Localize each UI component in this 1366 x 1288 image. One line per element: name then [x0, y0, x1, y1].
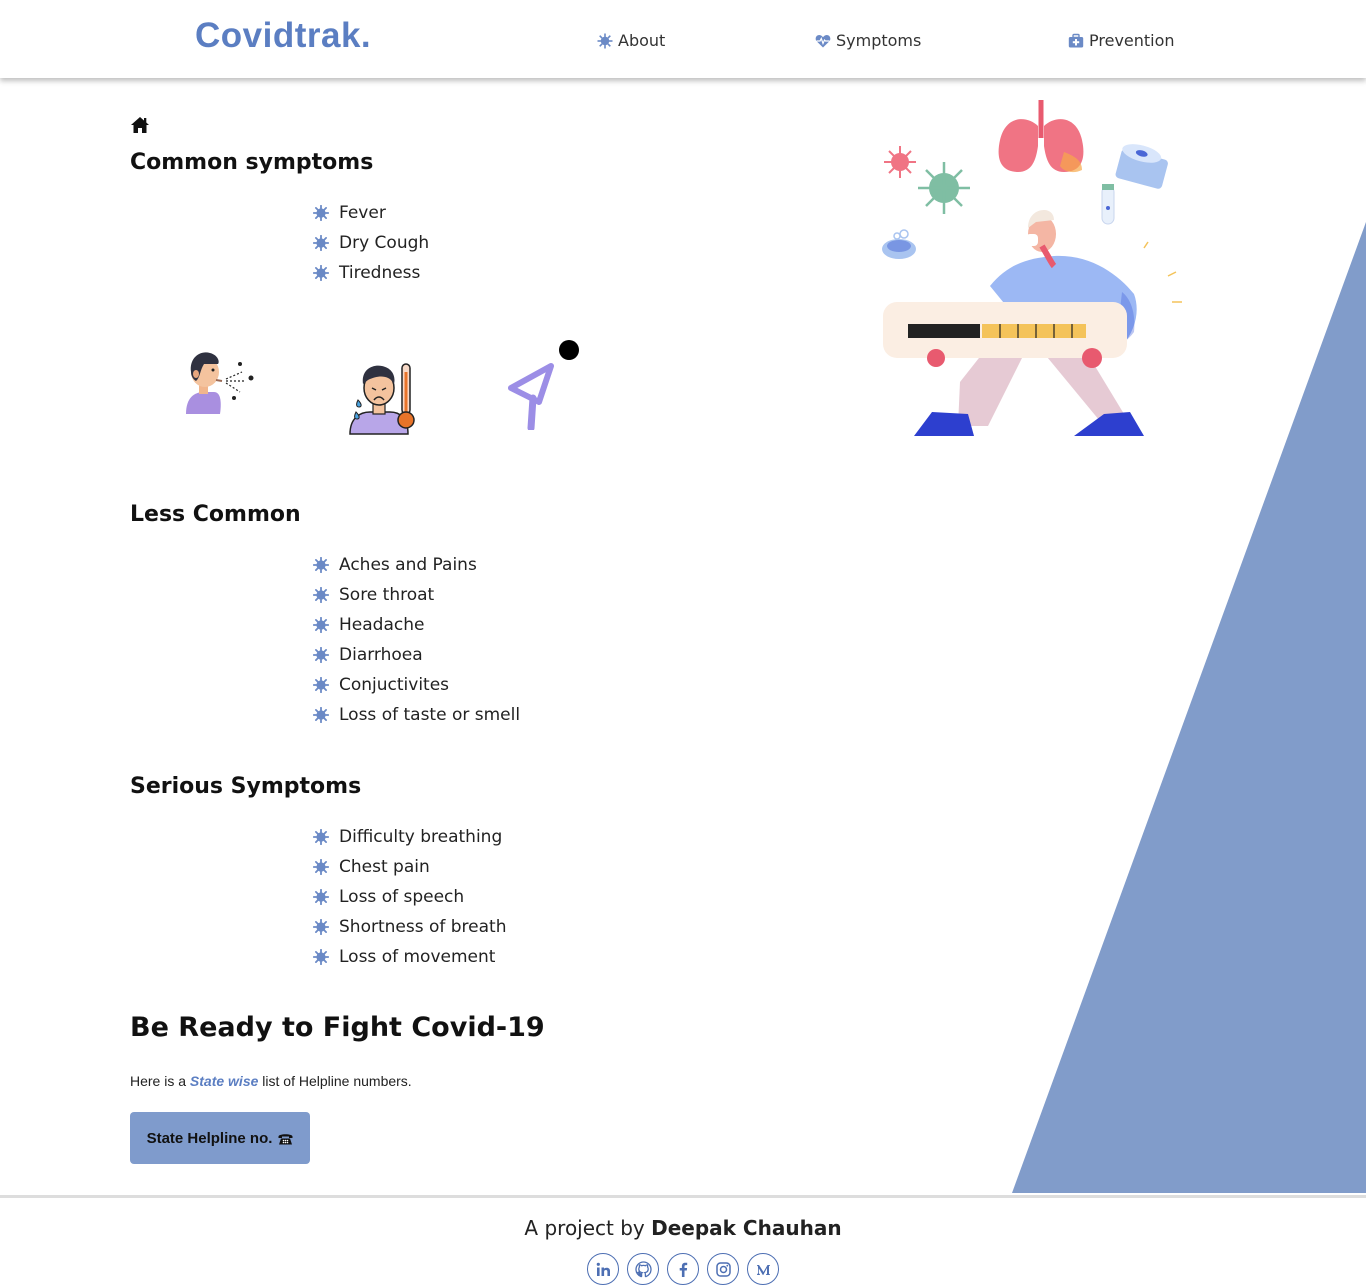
list-item: Conjuctivites — [313, 670, 520, 700]
navbar: Covidtrak. About Symptoms Prevention — [0, 0, 1366, 78]
tiredness-illustration — [508, 340, 579, 430]
state-helpline-button-label: State Helpline no. — [146, 1129, 273, 1147]
nav-item-label: Prevention — [1089, 31, 1175, 50]
list-item: Difficulty breathing — [313, 822, 507, 852]
virus-bullet-icon — [313, 889, 329, 905]
virus-bullet-icon — [313, 617, 329, 633]
state-wise-emphasis: State wise — [189, 1073, 259, 1089]
fever-illustration — [349, 363, 415, 435]
medkit-icon — [1068, 33, 1084, 47]
home-icon[interactable] — [130, 116, 150, 134]
helpline-description: Here is a State wise list of Helpline nu… — [130, 1073, 412, 1089]
list-item: Loss of movement — [313, 942, 507, 972]
list-item: Diarrhoea — [313, 640, 520, 670]
virus-bullet-icon — [313, 919, 329, 935]
linkedin-icon — [596, 1262, 610, 1276]
brand-logo[interactable]: Covidtrak. — [195, 16, 371, 56]
state-helpline-button[interactable]: State Helpline no. — [130, 1112, 310, 1164]
list-item: Fever — [313, 198, 429, 228]
instagram-icon — [715, 1261, 731, 1277]
section-title-less-common: Less Common — [130, 502, 301, 527]
symptom-list-common: Fever Dry Cough Tiredness — [313, 198, 429, 288]
nav-item-prevention[interactable]: Prevention — [1068, 31, 1175, 50]
virus-bullet-icon — [313, 265, 329, 281]
list-item: Loss of speech — [313, 882, 507, 912]
virus-bullet-icon — [313, 235, 329, 251]
github-icon — [634, 1260, 652, 1277]
list-item: Sore throat — [313, 580, 520, 610]
virus-bullet-icon — [313, 677, 329, 693]
nav-item-symptoms[interactable]: Symptoms — [815, 31, 921, 50]
linkedin-link[interactable] — [587, 1253, 619, 1285]
list-item: Loss of taste or smell — [313, 700, 520, 730]
nav-item-about[interactable]: About — [597, 31, 665, 50]
github-link[interactable] — [627, 1253, 659, 1285]
virus-bullet-icon — [313, 707, 329, 723]
virus-bullet-icon — [313, 949, 329, 965]
social-links — [587, 1253, 779, 1285]
medium-icon — [756, 1264, 770, 1275]
medium-link[interactable] — [747, 1253, 779, 1285]
virus-bullet-icon — [313, 647, 329, 663]
heartbeat-icon — [815, 34, 831, 47]
symptom-list-less-common: Aches and Pains Sore throat Headache Dia… — [313, 550, 520, 730]
list-item: Tiredness — [313, 258, 429, 288]
virus-icon — [597, 33, 613, 48]
symptom-list-serious: Difficulty breathing Chest pain Loss of … — [313, 822, 507, 972]
hero-illustration — [882, 100, 1182, 436]
section-title-common: Common symptoms — [130, 150, 374, 175]
list-item: Headache — [313, 610, 520, 640]
nav-item-label: Symptoms — [836, 31, 922, 50]
main-content: Common symptoms Fever Dry Cough Tirednes… — [0, 78, 1366, 1195]
facebook-icon — [679, 1262, 687, 1277]
instagram-link[interactable] — [707, 1253, 739, 1285]
list-item: Aches and Pains — [313, 550, 520, 580]
footer: A project by Deepak Chauhan — [0, 1195, 1366, 1288]
virus-bullet-icon — [313, 557, 329, 573]
fight-covid-heading: Be Ready to Fight Covid-19 — [130, 1012, 545, 1043]
list-item: Chest pain — [313, 852, 507, 882]
virus-bullet-icon — [313, 205, 329, 221]
facebook-link[interactable] — [667, 1253, 699, 1285]
project-credit: A project by Deepak Chauhan — [524, 1216, 842, 1240]
author-name: Deepak Chauhan — [651, 1216, 842, 1240]
list-item: Shortness of breath — [313, 912, 507, 942]
list-item: Dry Cough — [313, 228, 429, 258]
nav-item-label: About — [618, 31, 666, 50]
cough-illustration — [186, 352, 254, 414]
virus-bullet-icon — [313, 587, 329, 603]
phone-icon — [278, 1133, 293, 1144]
virus-bullet-icon — [313, 859, 329, 875]
section-title-serious: Serious Symptoms — [130, 774, 362, 799]
virus-bullet-icon — [313, 829, 329, 845]
